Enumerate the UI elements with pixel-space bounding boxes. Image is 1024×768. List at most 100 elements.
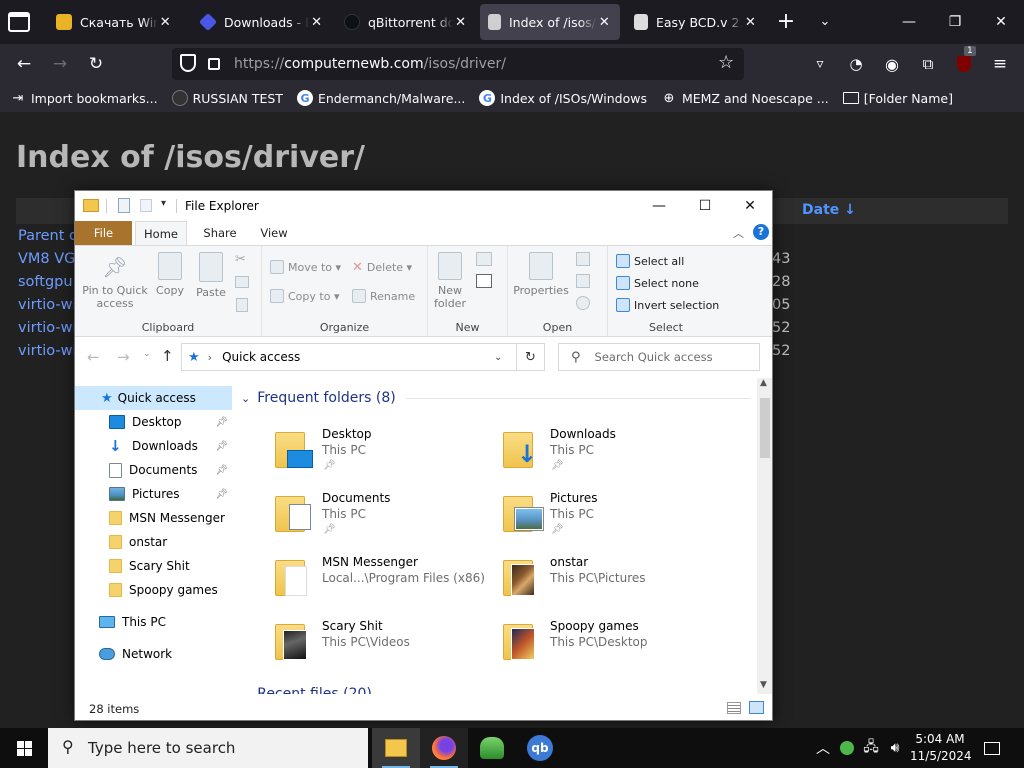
- bookmark-russian-test[interactable]: RUSSIAN TEST: [171, 90, 283, 106]
- pocket-icon[interactable]: ▿: [806, 50, 834, 78]
- restore-button[interactable]: ❐: [932, 0, 978, 44]
- close-window-button[interactable]: ✕: [978, 0, 1024, 44]
- network-tray-icon[interactable]: 🖧︎: [860, 728, 882, 768]
- help-icon[interactable]: ?: [753, 224, 769, 240]
- close-tab-icon[interactable]: ✕: [309, 15, 324, 30]
- date-column-header[interactable]: Date ↓: [802, 202, 856, 218]
- collapse-ribbon-chevron-icon[interactable]: ︿: [733, 225, 744, 241]
- volume-tray-icon[interactable]: 🔊︎: [884, 728, 906, 768]
- bookmark-index-isos[interactable]: G Index of /ISOs/Windows: [479, 90, 647, 106]
- tab-share[interactable]: Share: [197, 221, 243, 245]
- listing-link[interactable]: virtio-win: [18, 343, 76, 359]
- easy-access-icon[interactable]: [476, 274, 492, 288]
- recent-files-header[interactable]: ⌄ Recent files (20): [241, 686, 751, 694]
- taskbar-firefox[interactable]: [420, 728, 468, 768]
- bookmark-folder[interactable]: [Folder Name]: [842, 91, 953, 106]
- taskbar-search-box[interactable]: ⚲ Type here to search: [48, 728, 368, 768]
- properties-button[interactable]: Properties: [510, 252, 572, 297]
- bookmark-memz[interactable]: ⊕ MEMZ and Noescape ...: [661, 90, 829, 106]
- edit-icon[interactable]: [576, 274, 590, 288]
- bookmark-import[interactable]: ⇥ Import bookmarks...: [10, 90, 158, 106]
- nav-item-desktop[interactable]: Desktop 📌︎: [75, 410, 232, 434]
- nav-item-onstar[interactable]: onstar: [75, 530, 232, 554]
- invert-selection-button[interactable]: Invert selection: [616, 298, 719, 312]
- folder-tile-downloads[interactable]: ↓ Downloads This PC 📌︎: [463, 424, 683, 484]
- vertical-scrollbar[interactable]: ▲ ▼: [757, 378, 772, 694]
- listing-link[interactable]: virtio-win: [18, 297, 76, 313]
- minimize-button[interactable]: —: [886, 0, 932, 44]
- bookmark-endermanch[interactable]: G Endermanch/Malware...: [296, 90, 465, 106]
- nav-item-documents[interactable]: Documents 📌︎: [75, 458, 232, 482]
- explorer-title-bar[interactable]: ▾ File Explorer — ☐ ✕: [75, 191, 772, 221]
- tab-home[interactable]: Home: [135, 221, 187, 246]
- forward-arrow-icon[interactable]: →: [117, 348, 130, 366]
- back-arrow-icon[interactable]: ←: [10, 50, 38, 78]
- scrollbar-thumb[interactable]: [760, 398, 770, 458]
- new-tab-icon[interactable]: +: [774, 8, 798, 36]
- url-text[interactable]: https://computernewb.com/isos/driver/: [234, 56, 506, 72]
- close-tab-icon[interactable]: ✕: [453, 15, 468, 30]
- new-folder-qat-icon[interactable]: [140, 199, 152, 212]
- frequent-folders-header[interactable]: ⌄ Frequent folders (8): [241, 390, 751, 406]
- browser-tab-4-active[interactable]: Index of /isos/driver/ ✕: [480, 4, 620, 40]
- address-bar[interactable]: ★ › Quick access ⌄: [181, 343, 517, 371]
- account-icon[interactable]: ◉: [878, 50, 906, 78]
- nav-item-spoopy-games[interactable]: Spoopy games: [75, 578, 232, 602]
- large-icons-view-icon[interactable]: [749, 701, 764, 714]
- select-none-button[interactable]: Select none: [616, 276, 699, 290]
- new-folder-button[interactable]: New folder: [432, 252, 468, 310]
- browser-tab-1[interactable]: Скачать Windows ✕: [48, 4, 180, 40]
- up-arrow-icon[interactable]: ↑: [161, 347, 174, 365]
- tab-view[interactable]: View: [251, 221, 297, 245]
- ublock-origin-icon[interactable]: 1: [950, 46, 978, 78]
- tab-overflow-chevron-icon[interactable]: ⌄: [814, 10, 836, 34]
- copy-to-button[interactable]: Copy to ▾: [270, 289, 339, 303]
- extensions-puzzle-icon[interactable]: ⧉: [914, 50, 942, 78]
- browser-tab-3[interactable]: qBittorrent download ✕: [336, 4, 476, 40]
- lock-icon[interactable]: [208, 58, 220, 70]
- pin-quick-access-button[interactable]: 📌︎ Pin to Quick access: [81, 252, 149, 310]
- copy-path-icon[interactable]: [235, 276, 249, 288]
- close-tab-icon[interactable]: ✕: [743, 15, 758, 30]
- scroll-down-arrow-icon[interactable]: ▼: [760, 680, 767, 690]
- listing-link[interactable]: Parent directory: [18, 228, 76, 244]
- qat-dropdown-icon[interactable]: ▾: [161, 198, 166, 209]
- delete-button[interactable]: ✕ Delete ▾: [352, 260, 412, 275]
- start-button[interactable]: [0, 728, 48, 768]
- nav-item-quick-access[interactable]: ★ Quick access: [75, 386, 232, 410]
- new-item-icon[interactable]: [476, 252, 492, 266]
- select-all-button[interactable]: Select all: [616, 254, 684, 268]
- folder-tile-pictures[interactable]: Pictures This PC 📌︎: [463, 488, 683, 548]
- app-menu-icon[interactable]: ≡: [986, 50, 1014, 78]
- close-tab-icon[interactable]: ✕: [597, 15, 612, 30]
- folder-tile-documents[interactable]: Documents This PC 📌︎: [235, 488, 455, 548]
- notifications-icon[interactable]: [978, 728, 1006, 768]
- folder-tile-onstar[interactable]: onstar This PC\Pictures: [463, 552, 683, 612]
- nav-item-pictures[interactable]: Pictures 📌︎: [75, 482, 232, 506]
- nav-item-scary-shit[interactable]: Scary Shit: [75, 554, 232, 578]
- tab-list-icon[interactable]: [8, 12, 30, 32]
- tray-overflow-chevron-icon[interactable]: ︿: [812, 728, 834, 768]
- taskbar-file-explorer[interactable]: [372, 728, 420, 768]
- listing-link[interactable]: VM8 VGA: [18, 251, 76, 267]
- folder-tile-msn-messenger[interactable]: MSN Messenger Local...\Program Files (x8…: [235, 552, 485, 612]
- nav-item-downloads[interactable]: ↓ Downloads 📌︎: [75, 434, 232, 458]
- url-bar[interactable]: https://computernewb.com/isos/driver/ ☆: [172, 48, 744, 80]
- browser-tab-5[interactable]: Easy BCD.v 2.3.0 ✕: [626, 4, 766, 40]
- explorer-minimize-button[interactable]: —: [636, 191, 682, 221]
- scroll-up-arrow-icon[interactable]: ▲: [760, 378, 767, 388]
- nav-item-msn-messenger[interactable]: MSN Messenger: [75, 506, 232, 530]
- explorer-close-button[interactable]: ✕: [727, 191, 773, 221]
- nav-item-network[interactable]: Network: [75, 642, 232, 666]
- address-dropdown-icon[interactable]: ⌄: [494, 352, 502, 363]
- nav-item-this-pc[interactable]: This PC: [75, 610, 232, 634]
- copy-button[interactable]: Copy: [153, 252, 187, 297]
- paste-button[interactable]: Paste: [193, 252, 229, 299]
- listing-link[interactable]: softgpu: [18, 274, 76, 290]
- recent-locations-chevron-icon[interactable]: ⌄: [143, 349, 151, 359]
- tray-msn-icon[interactable]: [836, 728, 858, 768]
- paste-shortcut-icon[interactable]: [236, 298, 248, 312]
- refresh-button[interactable]: ↻: [517, 343, 545, 371]
- move-to-button[interactable]: Move to ▾: [270, 260, 341, 274]
- details-view-icon[interactable]: [727, 702, 741, 714]
